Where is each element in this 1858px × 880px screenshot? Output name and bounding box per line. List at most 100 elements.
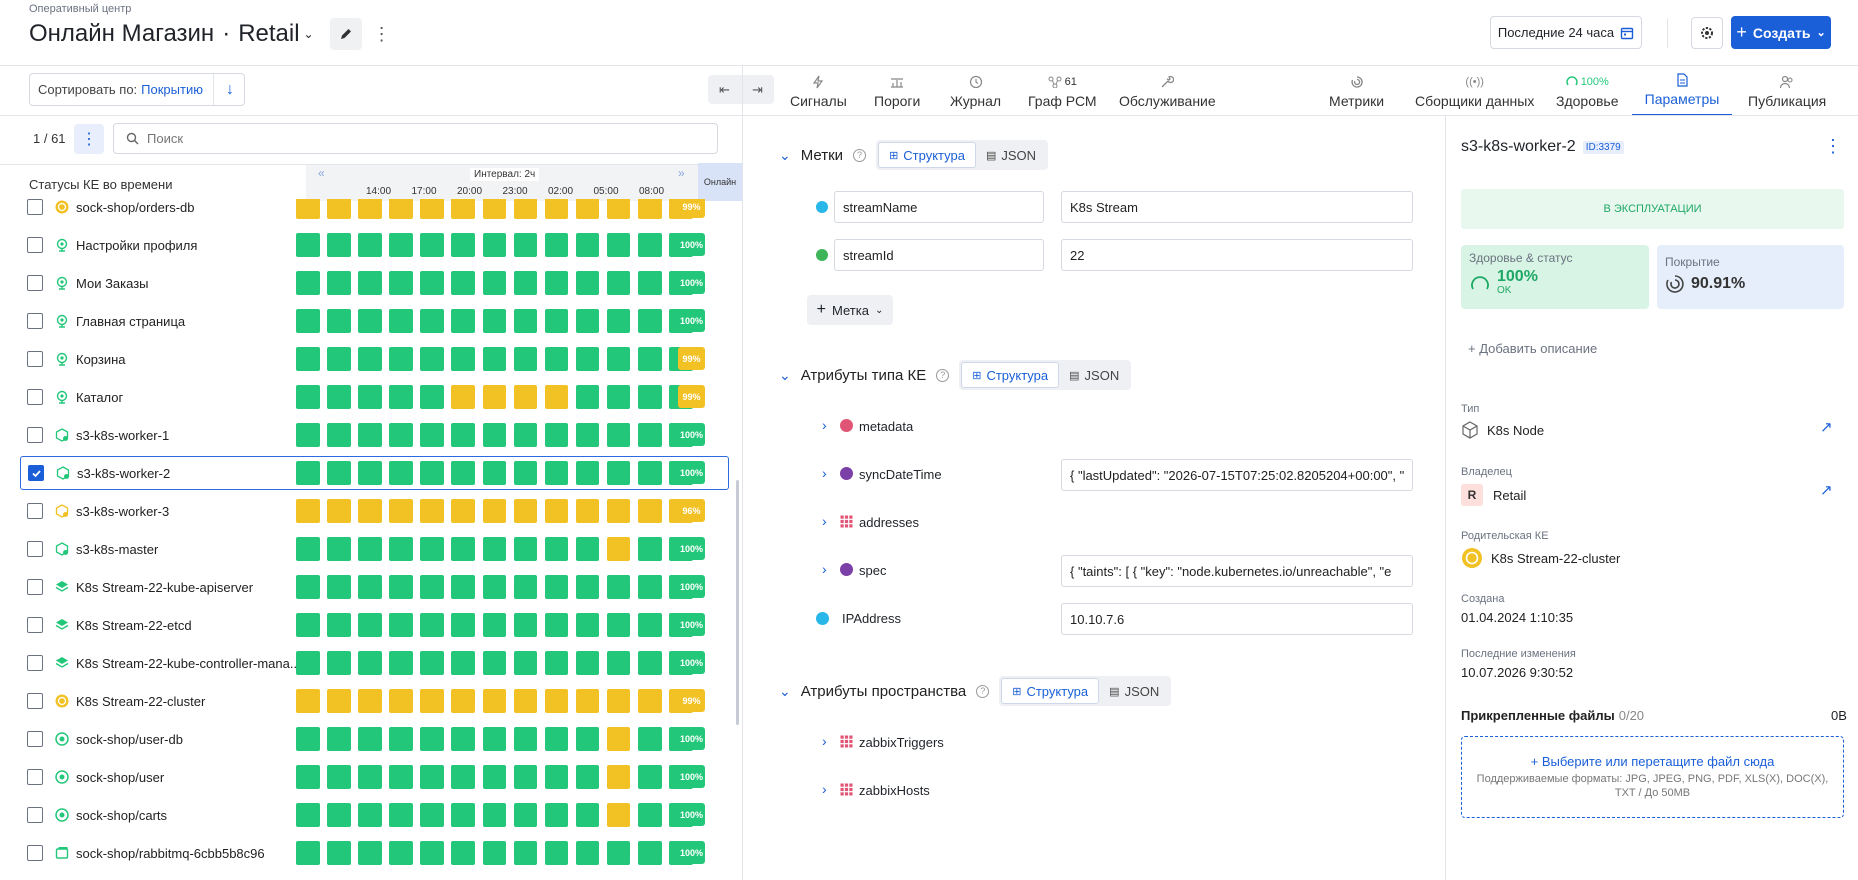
- status-cell[interactable]: [389, 233, 413, 257]
- status-cell[interactable]: [296, 423, 320, 447]
- edit-button[interactable]: [329, 18, 362, 50]
- expand-chevron-icon[interactable]: ›: [822, 465, 827, 481]
- chevron-down-icon[interactable]: ⌄: [779, 147, 791, 164]
- json-toggle[interactable]: ▤ JSON: [1059, 362, 1129, 388]
- expand-chevron-icon[interactable]: ›: [822, 513, 827, 529]
- status-cell[interactable]: [606, 727, 631, 751]
- status-cell[interactable]: [296, 803, 320, 827]
- status-cell[interactable]: [482, 233, 507, 257]
- status-cell[interactable]: [482, 309, 507, 333]
- row-checkbox[interactable]: [27, 275, 43, 291]
- status-cell[interactable]: [327, 841, 351, 865]
- status-cell[interactable]: [389, 651, 413, 675]
- status-cell[interactable]: [575, 803, 600, 827]
- status-cell[interactable]: [420, 309, 444, 333]
- status-cell[interactable]: [327, 613, 351, 637]
- status-cell[interactable]: [327, 803, 351, 827]
- status-cell[interactable]: [513, 461, 538, 485]
- tab-journal[interactable]: Журнал: [950, 66, 1001, 116]
- open-owner-icon[interactable]: ↗: [1820, 481, 1833, 499]
- status-cell[interactable]: [389, 271, 413, 295]
- status-cell[interactable]: [544, 841, 569, 865]
- status-cell[interactable]: [544, 271, 569, 295]
- status-cell[interactable]: [389, 499, 413, 523]
- status-cell[interactable]: [389, 803, 413, 827]
- structure-toggle[interactable]: ⊞ Структура: [878, 142, 976, 168]
- chevron-down-icon[interactable]: ⌄: [779, 683, 791, 700]
- row-checkbox[interactable]: [27, 807, 43, 823]
- help-icon[interactable]: ?: [936, 368, 950, 382]
- status-cell[interactable]: [327, 309, 351, 333]
- status-cell[interactable]: [296, 575, 320, 599]
- search-input[interactable]: [147, 131, 687, 146]
- status-cell[interactable]: [606, 765, 631, 789]
- status-cell[interactable]: [296, 233, 320, 257]
- status-cell[interactable]: [544, 575, 569, 599]
- status-cell[interactable]: [638, 575, 662, 599]
- attr-value-field[interactable]: { "lastUpdated": "2026-07-15T07:25:02.82…: [1061, 459, 1413, 491]
- coverage-card[interactable]: Покрытие 90.91%: [1657, 245, 1844, 309]
- status-cell[interactable]: [296, 271, 320, 295]
- status-cell[interactable]: [327, 423, 351, 447]
- status-cell[interactable]: [544, 727, 569, 751]
- status-cell[interactable]: [451, 689, 475, 713]
- status-cell[interactable]: [420, 803, 444, 827]
- sort-value[interactable]: Покрытию: [141, 82, 203, 97]
- status-cell[interactable]: [327, 461, 351, 485]
- status-cell[interactable]: [606, 803, 631, 827]
- status-cell[interactable]: [420, 499, 444, 523]
- status-cell[interactable]: [358, 575, 382, 599]
- status-cell[interactable]: [420, 461, 444, 485]
- tab-publish[interactable]: Публикация: [1748, 66, 1826, 116]
- status-cell[interactable]: [482, 727, 507, 751]
- status-cell[interactable]: [358, 841, 382, 865]
- status-cell[interactable]: [451, 575, 475, 599]
- status-cell[interactable]: [451, 233, 475, 257]
- status-cell[interactable]: [513, 309, 538, 333]
- status-cell[interactable]: [327, 199, 351, 219]
- expand-chevron-icon[interactable]: ›: [822, 561, 827, 577]
- status-cell[interactable]: [327, 575, 351, 599]
- status-cell[interactable]: [358, 271, 382, 295]
- status-cell[interactable]: [389, 537, 413, 561]
- status-cell[interactable]: [327, 537, 351, 561]
- label-key-field[interactable]: streamName: [834, 191, 1044, 223]
- status-cell[interactable]: [451, 537, 475, 561]
- status-cell[interactable]: [638, 385, 662, 409]
- status-cell[interactable]: [482, 575, 507, 599]
- status-cell[interactable]: [513, 423, 538, 447]
- tab-thresholds[interactable]: Пороги: [874, 66, 920, 116]
- status-cell[interactable]: [482, 537, 507, 561]
- status-cell[interactable]: [327, 271, 351, 295]
- open-type-icon[interactable]: ↗: [1820, 418, 1833, 436]
- status-cell[interactable]: [389, 347, 413, 371]
- status-cell[interactable]: [327, 385, 351, 409]
- status-cell[interactable]: [638, 765, 662, 789]
- status-cell[interactable]: [513, 385, 538, 409]
- status-cell[interactable]: [513, 727, 538, 751]
- collapse-left-icon[interactable]: ⇤: [719, 82, 730, 98]
- status-cell[interactable]: [451, 765, 475, 789]
- expand-chevron-icon[interactable]: ›: [822, 417, 827, 433]
- status-cell[interactable]: [296, 537, 320, 561]
- status-cell[interactable]: [606, 461, 631, 485]
- status-cell[interactable]: [575, 423, 600, 447]
- status-cell[interactable]: [420, 385, 444, 409]
- tab-maintenance[interactable]: Обслуживание: [1119, 66, 1216, 116]
- more-vertical-icon[interactable]: ⋮: [370, 24, 394, 45]
- status-cell[interactable]: [544, 613, 569, 637]
- status-cell[interactable]: [296, 651, 320, 675]
- status-cell[interactable]: [358, 803, 382, 827]
- status-cell[interactable]: [420, 689, 444, 713]
- label-value-field[interactable]: K8s Stream: [1061, 191, 1413, 223]
- row-checkbox[interactable]: [27, 617, 43, 633]
- status-cell[interactable]: [575, 309, 600, 333]
- status-cell[interactable]: [296, 199, 320, 219]
- status-cell[interactable]: [482, 841, 507, 865]
- status-cell[interactable]: [358, 765, 382, 789]
- status-cell[interactable]: [358, 385, 382, 409]
- status-cell[interactable]: [451, 803, 475, 827]
- time-range-button[interactable]: Последние 24 часа: [1490, 16, 1642, 49]
- status-cell[interactable]: [638, 803, 662, 827]
- status-cell[interactable]: [544, 347, 569, 371]
